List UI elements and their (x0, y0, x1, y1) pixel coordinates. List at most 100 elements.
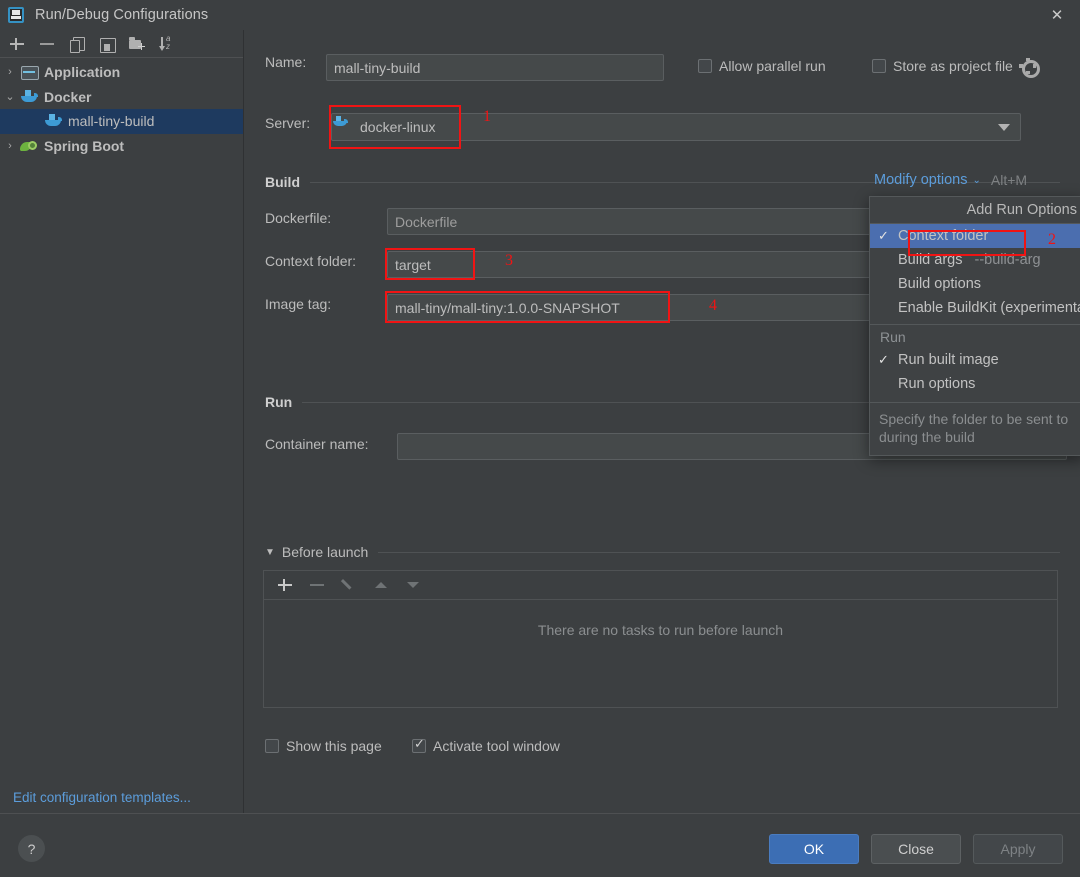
before-launch-toolbar (264, 571, 1057, 599)
name-row: Name: (265, 54, 306, 70)
annotation-number-4: 4 (709, 297, 717, 314)
apply-button[interactable]: Apply (973, 834, 1063, 864)
menu-item-label: Run options (898, 376, 976, 392)
help-button[interactable]: ? (18, 835, 45, 862)
menu-item-label: Build args (898, 252, 963, 268)
activate-tool-window-checkbox[interactable] (412, 736, 426, 753)
container-name-label: Container name: (265, 436, 369, 452)
activate-tool-window-row[interactable]: Activate tool window (412, 736, 560, 754)
popup-header-label: Add Run Options (870, 197, 1080, 224)
build-section-label: Build (265, 174, 300, 190)
run-section-label: Run (265, 394, 293, 410)
dockerfile-row: Dockerfile: (265, 210, 331, 226)
name-input[interactable]: mall-tiny-build (326, 54, 664, 81)
docker-whale-icon (333, 116, 354, 135)
docker-whale-icon (44, 112, 62, 130)
context-folder-row: Context folder: (265, 253, 356, 269)
tree-item-application[interactable]: › Application (0, 60, 243, 85)
allow-parallel-run-row[interactable]: Allow parallel run (698, 58, 826, 74)
activate-tool-window-label: Activate tool window (433, 738, 560, 754)
menu-item-build-args[interactable]: Build args --build-arg (870, 248, 1080, 272)
menu-item-build-options[interactable]: Build options (870, 272, 1080, 296)
configurations-sidebar: az › Application ⌄ Docker mall-tiny-buil… (0, 30, 244, 813)
menu-item-label: Context folder (898, 228, 989, 244)
menu-group-run-label: Run (880, 329, 906, 345)
before-launch-task-list[interactable]: There are no tasks to run before launch (263, 600, 1058, 708)
move-task-up-button[interactable] (372, 576, 390, 594)
store-as-project-file-row[interactable]: Store as project file ▾ (872, 57, 1040, 78)
show-this-page-row[interactable]: Show this page (265, 738, 382, 754)
menu-item-enable-buildkit[interactable]: Enable BuildKit (experimental) (870, 296, 1080, 320)
edit-task-button[interactable] (340, 576, 358, 594)
allow-parallel-run-checkbox[interactable] (698, 59, 712, 73)
move-task-down-button[interactable] (404, 576, 422, 594)
tooltip-line-2: during the build (879, 429, 975, 445)
chevron-down-icon[interactable]: ⌄ (973, 175, 981, 186)
ok-button[interactable]: OK (769, 834, 859, 864)
menu-item-label: Run built image (898, 352, 999, 368)
menu-item-run-built-image[interactable]: ✓ Run built image (870, 348, 1080, 372)
close-icon[interactable]: ✕ (1034, 0, 1080, 30)
show-this-page-checkbox[interactable] (265, 739, 279, 753)
add-task-button[interactable] (276, 576, 294, 594)
tooltip-line-1: Specify the folder to be sent to (879, 411, 1069, 427)
copy-configuration-button[interactable] (67, 34, 87, 54)
allow-parallel-run-label: Allow parallel run (719, 58, 826, 74)
tree-item-spring-boot[interactable]: › Spring Boot (0, 134, 243, 159)
modify-options-row: Modify options ⌄ Alt+M (874, 172, 1027, 188)
chevron-right-icon[interactable]: › (0, 66, 20, 78)
server-combobox[interactable]: docker-linux (331, 113, 1021, 141)
server-row: Server: (265, 115, 310, 131)
save-configuration-button[interactable] (97, 34, 117, 54)
image-tag-row: Image tag: (265, 296, 331, 312)
check-icon: ✓ (878, 228, 889, 243)
store-as-project-file-label: Store as project file (893, 58, 1013, 74)
sidebar-toolbar: az (0, 30, 243, 58)
tree-item-docker[interactable]: ⌄ Docker (0, 85, 243, 110)
menu-item-hint: --build-arg (974, 252, 1041, 268)
remove-task-button[interactable] (308, 576, 326, 594)
before-launch-label: Before launch (281, 544, 369, 560)
name-label: Name: (265, 54, 307, 70)
dockerfile-label: Dockerfile: (265, 210, 332, 226)
configurations-tree: › Application ⌄ Docker mall-tiny-build › (0, 58, 243, 158)
close-button[interactable]: Close (871, 834, 961, 864)
chevron-right-icon[interactable]: › (0, 140, 20, 152)
before-launch-panel: There are no tasks to run before launch (263, 570, 1058, 708)
before-launch-empty-message: There are no tasks to run before launch (537, 622, 784, 638)
modify-options-shortcut: Alt+M (990, 172, 1028, 188)
dialog-title: Run/Debug Configurations (35, 7, 209, 23)
image-tag-label: Image tag: (265, 296, 332, 312)
docker-whale-icon (20, 88, 38, 106)
menu-tooltip: Specify the folder to be sent to during … (870, 402, 1080, 455)
container-name-row: Container name: (265, 436, 369, 452)
tree-item-mall-tiny-build[interactable]: mall-tiny-build (0, 109, 243, 134)
tree-item-label: Docker (44, 88, 92, 105)
chevron-down-icon[interactable] (998, 124, 1010, 131)
before-launch-toolbar-wrap (263, 570, 1058, 600)
tree-item-label: mall-tiny-build (68, 113, 155, 130)
before-launch-header[interactable]: ▼ Before launch (265, 544, 1060, 560)
sort-configurations-button[interactable]: az (157, 34, 177, 54)
chevron-down-icon[interactable]: ▼ (265, 547, 275, 558)
menu-item-label: Build options (898, 276, 982, 292)
gear-icon[interactable]: ▾ (1019, 57, 1040, 78)
check-icon: ✓ (878, 352, 889, 367)
annotation-number-3: 3 (505, 252, 513, 269)
menu-item-label: Enable BuildKit (experimental) (898, 300, 1080, 316)
modify-options-link[interactable]: Modify options (874, 172, 968, 188)
chevron-down-icon[interactable]: ⌄ (0, 90, 20, 103)
edit-configuration-templates-link[interactable]: Edit configuration templates... (13, 790, 191, 805)
annotation-number-1: 1 (483, 108, 491, 125)
server-value: docker-linux (360, 119, 436, 135)
annotation-number-2: 2 (1048, 231, 1056, 248)
run-debug-configurations-dialog: Run/Debug Configurations ✕ az › Applicat… (0, 0, 1080, 877)
store-as-project-file-checkbox[interactable] (872, 59, 886, 73)
menu-item-run-options[interactable]: Run options (870, 372, 1080, 396)
dialog-title-bar: Run/Debug Configurations ✕ (0, 0, 1080, 30)
new-folder-button[interactable] (127, 34, 147, 54)
context-folder-label: Context folder: (265, 253, 357, 269)
remove-configuration-button[interactable] (37, 34, 57, 54)
intellij-idea-icon (8, 7, 24, 23)
add-configuration-button[interactable] (7, 34, 27, 54)
